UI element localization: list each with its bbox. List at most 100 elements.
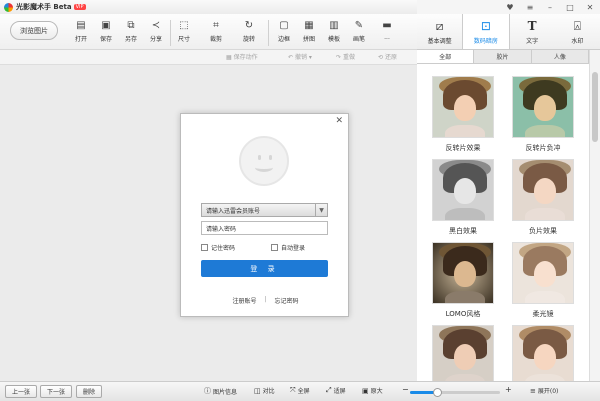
crop-button[interactable]: ⌗ 裁剪 — [203, 18, 229, 44]
image-info-label: 图片信息 — [213, 388, 238, 396]
prev-image-button[interactable]: 上一张 — [5, 385, 37, 398]
maximize-icon[interactable]: □ — [560, 0, 580, 14]
zoom-out-icon[interactable]: − — [402, 385, 409, 394]
login-button[interactable]: 登 录 — [201, 260, 328, 277]
tab-basic-adjust[interactable]: ⧄ 基本调整 — [417, 14, 462, 49]
app-logo-icon — [4, 2, 13, 12]
brush-label: 画笔 — [352, 36, 365, 43]
minimize-icon[interactable]: – — [540, 0, 560, 14]
tab-watermark[interactable]: ⍓ 水印 — [555, 14, 600, 49]
effect-reversal-film[interactable]: 反转片效果 — [432, 76, 494, 153]
expand-button[interactable]: ≡ 展开(0) — [530, 386, 558, 396]
border-button[interactable]: ▢ 边框 — [271, 18, 297, 44]
checkbox-box[interactable] — [201, 244, 208, 251]
effects-scrollbar[interactable] — [589, 50, 600, 381]
zoom-in-icon[interactable]: + — [505, 385, 512, 394]
resize-icon: ⬚ — [179, 19, 189, 31]
open-button[interactable]: ▤ 打开 — [68, 18, 94, 44]
image-info-button[interactable]: ⓘ 图片信息 — [204, 386, 237, 396]
tab-watermark-label: 水印 — [571, 38, 584, 45]
rotate-button[interactable]: ↻ 旋转 — [236, 18, 262, 44]
save-as-icon: ⧉ — [127, 19, 135, 31]
save-action-button[interactable]: ▦ 保存动作 — [226, 52, 258, 61]
expand-icon: ≡ — [530, 386, 536, 395]
effect-item[interactable] — [512, 325, 574, 381]
forgot-password-link[interactable]: 忘记密码 — [275, 296, 299, 305]
remember-password-checkbox[interactable]: 记住密码 — [201, 243, 235, 252]
share-button[interactable]: ≺ 分享 — [143, 18, 169, 44]
effect-thumbnail — [432, 325, 494, 381]
dialog-close-icon[interactable]: ✕ — [335, 116, 343, 126]
share-icon: ≺ — [151, 19, 161, 31]
chevron-down-icon[interactable]: ▼ — [315, 204, 327, 216]
redo-button[interactable]: ↷ 重做 — [336, 52, 355, 61]
effect-negative[interactable]: 负片效果 — [512, 159, 574, 236]
toolbar-divider — [268, 20, 269, 46]
effect-black-white[interactable]: 黑白效果 — [432, 159, 494, 236]
restore-label: 还原 — [384, 54, 397, 61]
right-tab-bar: ⧄ 基本调整 ⊡ 数码暗房 T 文字 ⍓ 水印 — [417, 14, 600, 50]
main-toolbar: 浏览图片 ▤ 打开 ▣ 保存 ⧉ 另存 ≺ 分享 ⬚ 尺寸 ⌗ 裁剪 ↻ 旋转 … — [0, 14, 417, 50]
crop-icon: ⌗ — [213, 19, 219, 31]
tab-darkroom[interactable]: ⊡ 数码暗房 — [462, 14, 510, 49]
resize-button[interactable]: ⬚ 尺寸 — [171, 18, 197, 44]
password-field[interactable]: 请输入密码 — [201, 221, 328, 235]
undo-button[interactable]: ↶ 撤销 ▾ — [288, 52, 312, 61]
scrollbar-thumb[interactable] — [592, 72, 598, 142]
effect-item[interactable] — [432, 325, 494, 381]
filter-tab-portrait[interactable]: 人像 — [532, 50, 589, 63]
login-dialog: ✕ 请输入迅雷会员账号 ▼ 请输入密码 记住密码 自动登录 登 录 注册账号 |… — [180, 113, 349, 317]
effect-reversal-push[interactable]: 反转片负冲 — [512, 76, 574, 153]
template-button[interactable]: ▥ 模板 — [321, 18, 347, 44]
user-avatar-icon — [239, 136, 289, 186]
brush-button[interactable]: ✎ 画笔 — [346, 18, 372, 44]
close-icon[interactable]: ✕ — [580, 0, 600, 14]
fit-screen-button[interactable]: ⤢ 适屏 — [326, 386, 346, 395]
more-icon: ▬ — [382, 19, 392, 31]
more-button[interactable]: ▬ ... — [374, 18, 400, 42]
effect-lomo[interactable]: LOMO风格 — [432, 242, 494, 319]
redo-label: 重做 — [342, 54, 355, 61]
effect-label: 柔光镜 — [532, 310, 554, 318]
template-icon: ▥ — [329, 19, 339, 31]
next-image-button[interactable]: 下一张 — [40, 385, 72, 398]
info-icon: ⓘ — [204, 387, 211, 395]
effect-label: LOMO风格 — [445, 310, 481, 318]
zoom-slider[interactable] — [410, 388, 500, 397]
delete-button[interactable]: 删除 — [76, 385, 102, 398]
action-bar: ▦ 保存动作 ↶ 撤销 ▾ ↷ 重做 ⟲ 还原 — [0, 50, 417, 65]
compare-button[interactable]: ◫ 对比 — [254, 386, 275, 396]
title-bar: 光影魔术手 Beta VIP — [0, 0, 417, 14]
skin-icon[interactable]: ♥ — [500, 0, 520, 14]
account-placeholder: 请输入迅雷会员账号 — [206, 207, 261, 215]
menu-icon[interactable]: ≡ — [520, 0, 540, 14]
fit-screen-icon: ⤢ — [326, 386, 332, 394]
filter-tab-film[interactable]: 胶片 — [474, 50, 532, 63]
crop-label: 裁剪 — [209, 36, 222, 43]
auto-login-checkbox[interactable]: 自动登录 — [271, 243, 305, 252]
compare-icon: ◫ — [254, 386, 261, 395]
rotate-label: 旋转 — [242, 36, 255, 43]
restore-button[interactable]: ⟲ 还原 — [378, 52, 397, 61]
effect-thumbnail — [432, 76, 494, 138]
password-placeholder: 请输入密码 — [206, 225, 237, 233]
effect-label: 黑白效果 — [449, 227, 477, 235]
checkbox-box[interactable] — [271, 244, 278, 251]
tab-text[interactable]: T 文字 — [510, 14, 555, 49]
collage-button[interactable]: ▦ 拼图 — [296, 18, 322, 44]
zoom-slider-knob[interactable] — [433, 388, 442, 397]
account-select[interactable]: 请输入迅雷会员账号 ▼ — [201, 203, 328, 217]
original-size-button[interactable]: ▣ 原大 — [362, 386, 383, 396]
filter-tab-all[interactable]: 全部 — [417, 50, 475, 63]
browse-images-button[interactable]: 浏览图片 — [10, 21, 58, 40]
effect-thumbnail — [512, 242, 574, 304]
template-label: 模板 — [327, 36, 340, 43]
register-link[interactable]: 注册账号 — [232, 296, 256, 305]
save-button[interactable]: ▣ 保存 — [93, 18, 119, 44]
tab-basic-adjust-label: 基本调整 — [427, 38, 452, 45]
save-as-button[interactable]: ⧉ 另存 — [118, 18, 144, 44]
effect-soft-light[interactable]: 柔光镜 — [512, 242, 574, 319]
vip-badge: VIP — [73, 4, 86, 10]
fullscreen-button[interactable]: ⤧ 全屏 — [290, 386, 310, 395]
undo-label: 撤销 — [294, 54, 307, 61]
